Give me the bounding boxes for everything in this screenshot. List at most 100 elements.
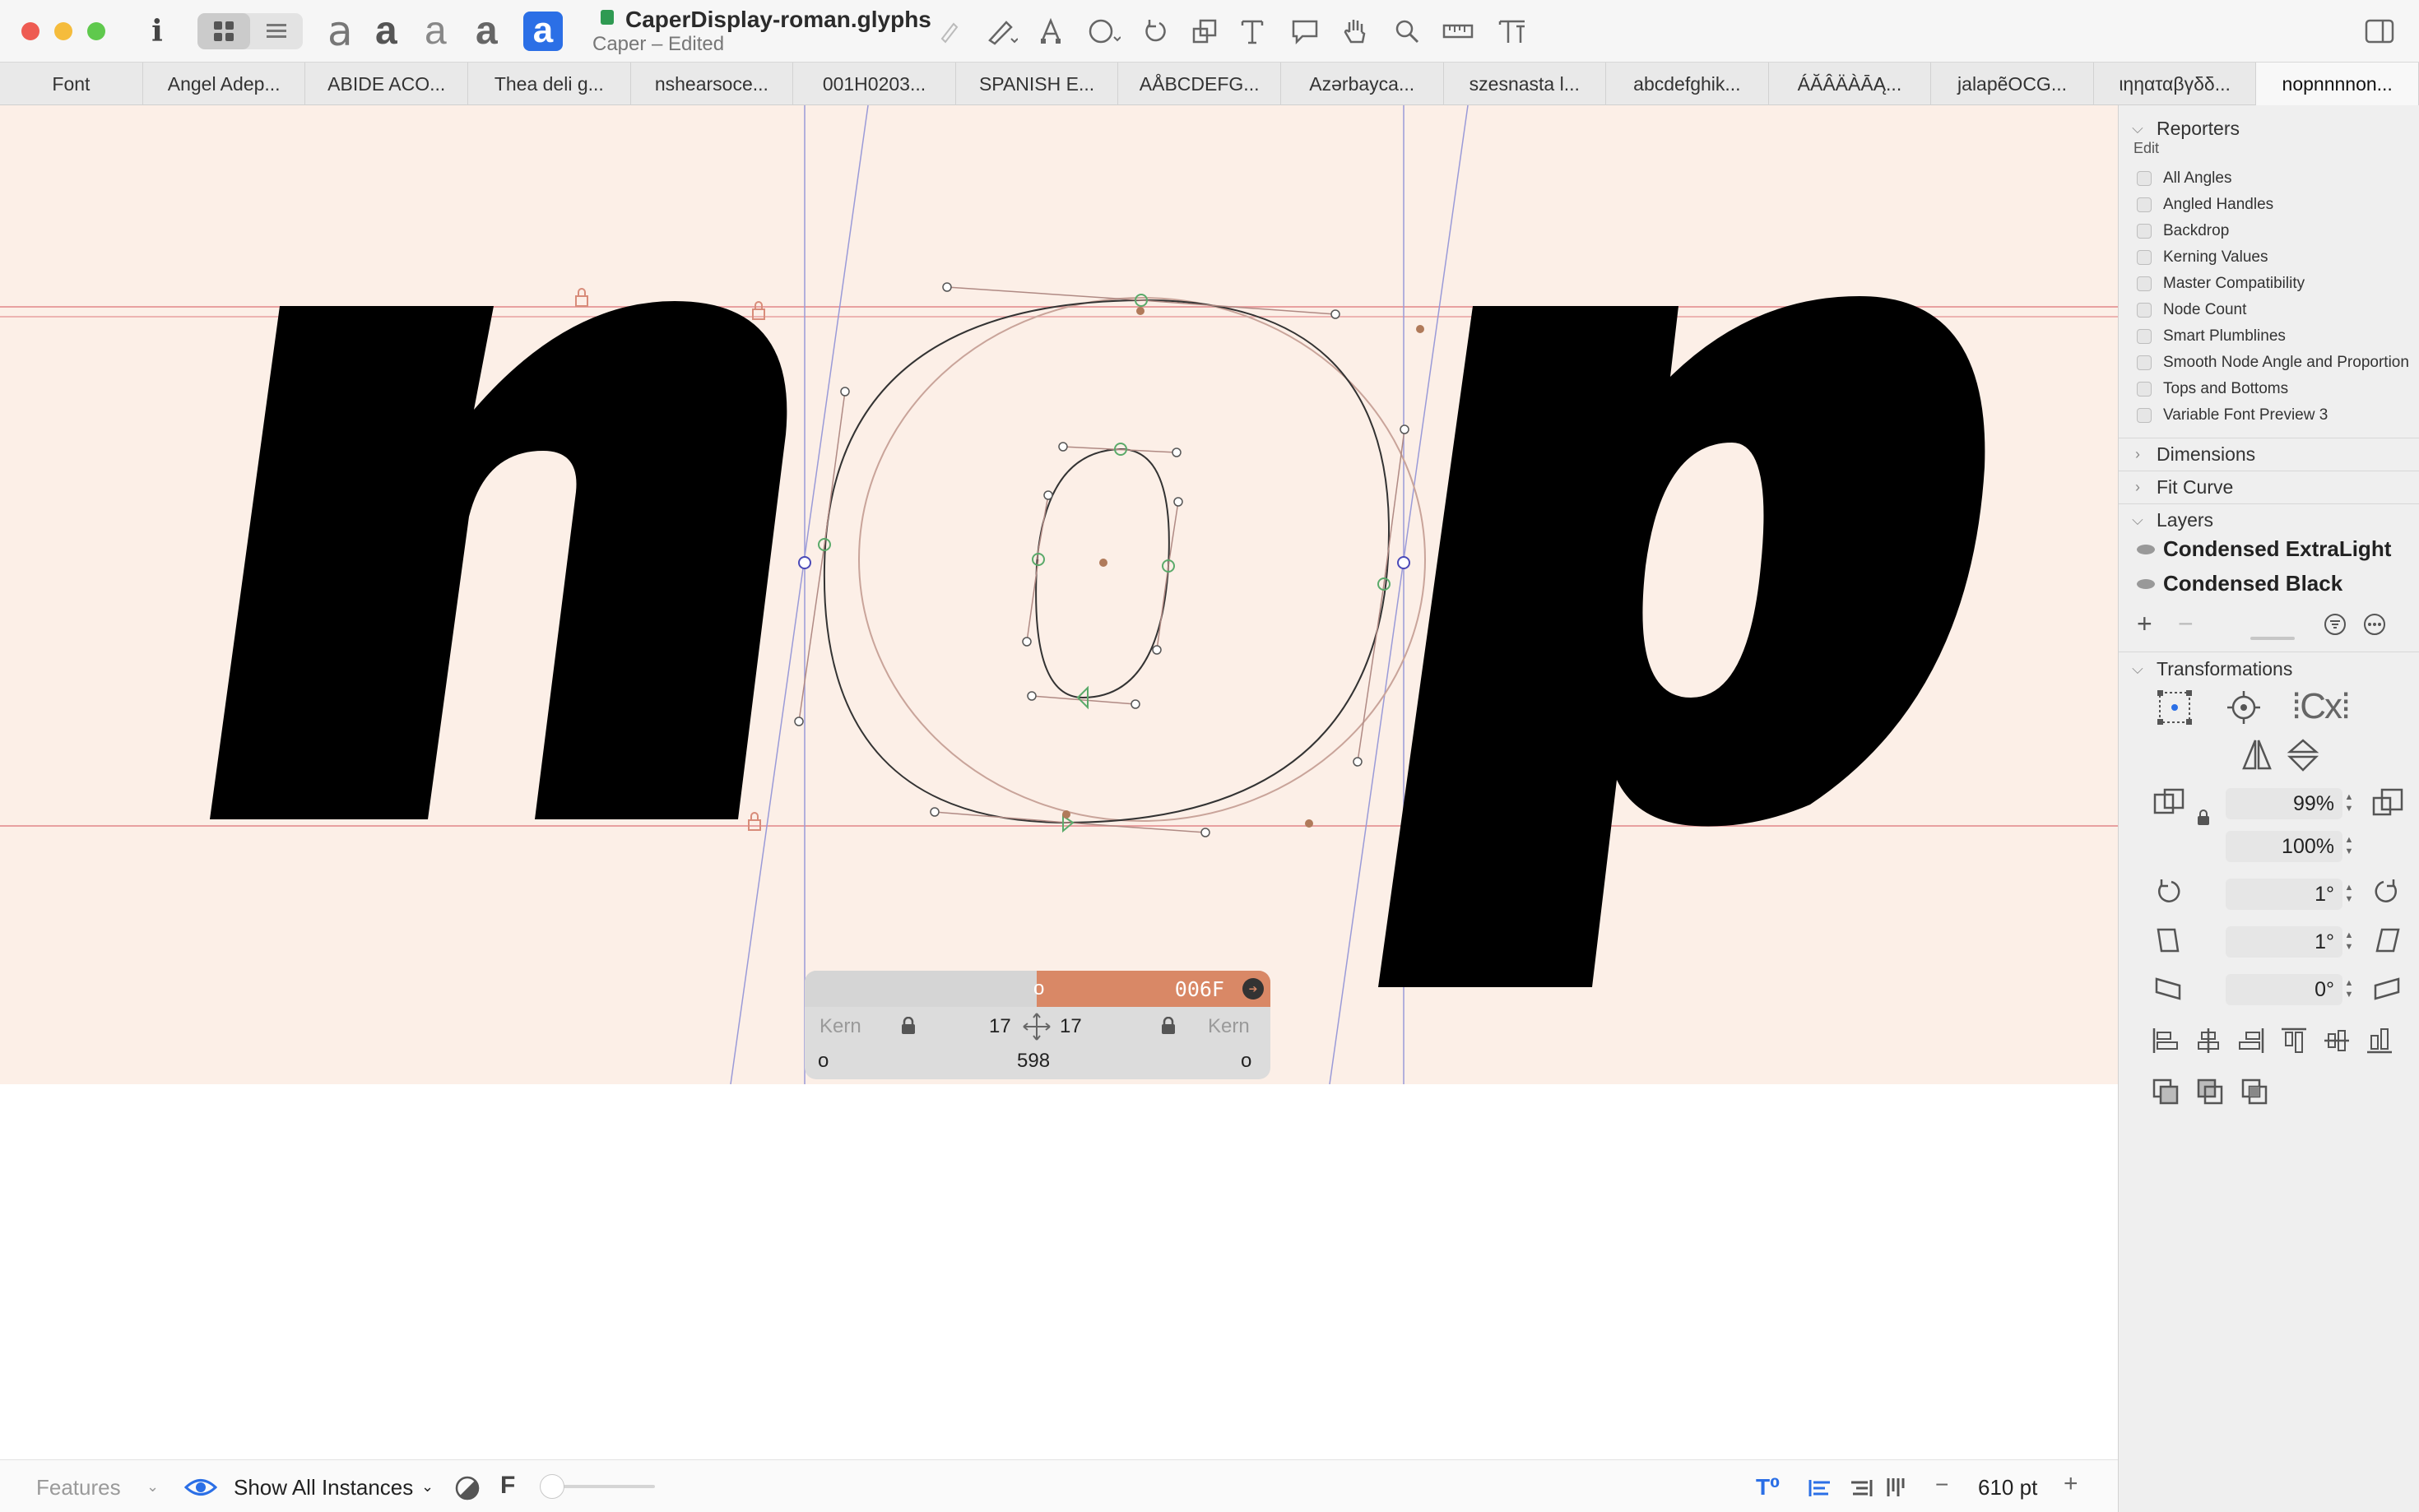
checkbox[interactable]: [2137, 224, 2152, 239]
slant-right-icon[interactable]: [2372, 926, 2402, 958]
checkbox[interactable]: [2137, 382, 2152, 397]
sidebar-icon[interactable]: [2361, 12, 2398, 51]
tab-text[interactable]: jalapẽOCG...: [1931, 63, 2094, 105]
scale-y-field[interactable]: 100%: [2226, 831, 2342, 862]
more-options-icon[interactable]: [2362, 612, 2387, 641]
tab-text[interactable]: szesnasta l...: [1444, 63, 1607, 105]
style-light-button[interactable]: a: [327, 8, 353, 54]
tab-text[interactable]: ABIDE ACO...: [305, 63, 469, 105]
component-icon[interactable]: [1035, 12, 1071, 51]
contrast-icon[interactable]: [454, 1475, 481, 1505]
rotate-icon[interactable]: [1139, 12, 1172, 51]
edit-canvas[interactable]: [0, 105, 2118, 1084]
scale-down-icon[interactable]: [2153, 788, 2186, 822]
reporter-item[interactable]: Kerning Values: [2137, 248, 2268, 267]
reporter-item[interactable]: Node Count: [2137, 301, 2246, 319]
layers-section-header[interactable]: ⌵ Layers: [2119, 503, 2419, 536]
rotate-right-icon[interactable]: [2372, 877, 2402, 911]
right-sidebearing-anchor[interactable]: [1397, 556, 1410, 569]
union-icon[interactable]: [2152, 1078, 2180, 1110]
lsb-value[interactable]: 17: [989, 1015, 1011, 1038]
list-view-icon[interactable]: [250, 13, 303, 49]
dimensions-section-header[interactable]: › Dimensions: [2119, 438, 2419, 471]
zoom-icon[interactable]: [1391, 12, 1423, 51]
fit-curve-section-header[interactable]: › Fit Curve: [2119, 471, 2419, 503]
cx-origin-icon[interactable]: ⁞Cx⁞: [2291, 686, 2351, 727]
info-button[interactable]: i: [145, 12, 169, 51]
tab-text[interactable]: 001H0203...: [793, 63, 956, 105]
arrow-right-icon[interactable]: ➔: [1242, 978, 1264, 999]
scale-up-icon[interactable]: [2372, 788, 2405, 822]
zoom-window-button[interactable]: [87, 22, 105, 40]
tab-text[interactable]: Thea deli g...: [468, 63, 631, 105]
subtract-icon[interactable]: [2196, 1078, 2224, 1110]
filter-icon[interactable]: [2323, 612, 2347, 641]
preview-size-slider[interactable]: [540, 1474, 655, 1499]
layer-item[interactable]: Condensed Black: [2137, 571, 2342, 596]
style-filled-button[interactable]: a: [476, 8, 498, 54]
reporters-section-header[interactable]: ⌵ Reporters: [2119, 112, 2419, 145]
move-handle-icon[interactable]: [1020, 1012, 1053, 1046]
rotate-left-icon[interactable]: [2153, 877, 2183, 911]
right-kern-lock-icon[interactable]: [1160, 1016, 1177, 1039]
slider-knob[interactable]: [540, 1474, 564, 1499]
font-size-value[interactable]: 610 pt: [1978, 1475, 2037, 1500]
reporter-item[interactable]: Angled Handles: [2137, 196, 2273, 214]
slant-field[interactable]: 1°: [2226, 926, 2342, 958]
features-dropdown[interactable]: Features: [36, 1475, 121, 1500]
slant-left-icon[interactable]: [2153, 926, 2183, 958]
glyph-edit-view[interactable]: [0, 105, 2118, 1084]
flip-horizontal-icon[interactable]: [2240, 737, 2273, 777]
advance-width-value[interactable]: 598: [1017, 1050, 1050, 1073]
scale-x-field[interactable]: 99%: [2226, 788, 2342, 819]
align-bottom-edges-icon[interactable]: [2366, 1027, 2393, 1059]
close-window-button[interactable]: [21, 22, 39, 40]
checkbox[interactable]: [2137, 355, 2152, 370]
skew-up-icon[interactable]: [2372, 974, 2402, 1006]
resize-handle[interactable]: [2250, 637, 2295, 640]
zoom-out-button[interactable]: −: [1935, 1472, 1948, 1498]
lock-icon[interactable]: [2196, 809, 2211, 830]
skew-field[interactable]: 0°: [2226, 974, 2342, 1005]
checkbox[interactable]: [2137, 329, 2152, 344]
remove-layer-button[interactable]: −: [2178, 609, 2194, 639]
reporters-edit-link[interactable]: Edit: [2133, 140, 2159, 157]
rsb-value[interactable]: 17: [1060, 1015, 1082, 1038]
transformations-section-header[interactable]: ⌵ Transformations: [2119, 652, 2419, 686]
checkbox[interactable]: [2137, 171, 2152, 186]
tab-text[interactable]: Azərbayca...: [1281, 63, 1444, 105]
unicode-field[interactable]: 006F ➔: [1037, 971, 1270, 1007]
vertical-text-icon[interactable]: [1886, 1477, 1906, 1502]
checkbox[interactable]: [2137, 197, 2152, 212]
tab-text[interactable]: Angel Adep...: [143, 63, 306, 105]
reporter-item[interactable]: Backdrop: [2137, 222, 2229, 240]
pen-icon[interactable]: [933, 12, 966, 51]
reporter-item[interactable]: Smart Plumblines: [2137, 327, 2286, 346]
intersect-icon[interactable]: [2240, 1078, 2268, 1110]
align-v-center-icon[interactable]: [2323, 1027, 2351, 1059]
view-mode-toggle[interactable]: [197, 13, 303, 49]
flip-vertical-icon[interactable]: [2287, 737, 2319, 777]
skew-stepper[interactable]: ▲ ▼: [2342, 977, 2356, 1002]
align-h-center-icon[interactable]: [2194, 1027, 2222, 1059]
measure-icon[interactable]: [1440, 12, 1476, 51]
slant-stepper[interactable]: ▲ ▼: [2342, 930, 2356, 954]
reporter-item[interactable]: Master Compatibility: [2137, 275, 2305, 293]
pencil-icon[interactable]: [984, 12, 1020, 51]
tab-text[interactable]: SPANISH E...: [956, 63, 1119, 105]
hand-icon[interactable]: [1340, 12, 1372, 51]
reporter-item[interactable]: Variable Font Preview 3: [2137, 406, 2328, 424]
scale-icon[interactable]: [1188, 12, 1221, 51]
chevron-down-icon[interactable]: ⌄: [421, 1478, 434, 1496]
add-layer-button[interactable]: +: [2137, 609, 2152, 639]
tab-text[interactable]: ιηηαταβγδδ...: [2094, 63, 2257, 105]
align-left-icon[interactable]: [1808, 1478, 1832, 1502]
checkbox[interactable]: [2137, 276, 2152, 291]
bounding-box-icon[interactable]: [2155, 688, 2194, 731]
minimize-window-button[interactable]: [54, 22, 72, 40]
style-active-button[interactable]: a: [523, 12, 563, 51]
layer-item[interactable]: Condensed ExtraLight: [2137, 536, 2391, 562]
zoom-in-button[interactable]: +: [2064, 1470, 2078, 1498]
align-top-edges-icon[interactable]: [2280, 1027, 2308, 1059]
left-kern-lock-icon[interactable]: [900, 1016, 917, 1039]
